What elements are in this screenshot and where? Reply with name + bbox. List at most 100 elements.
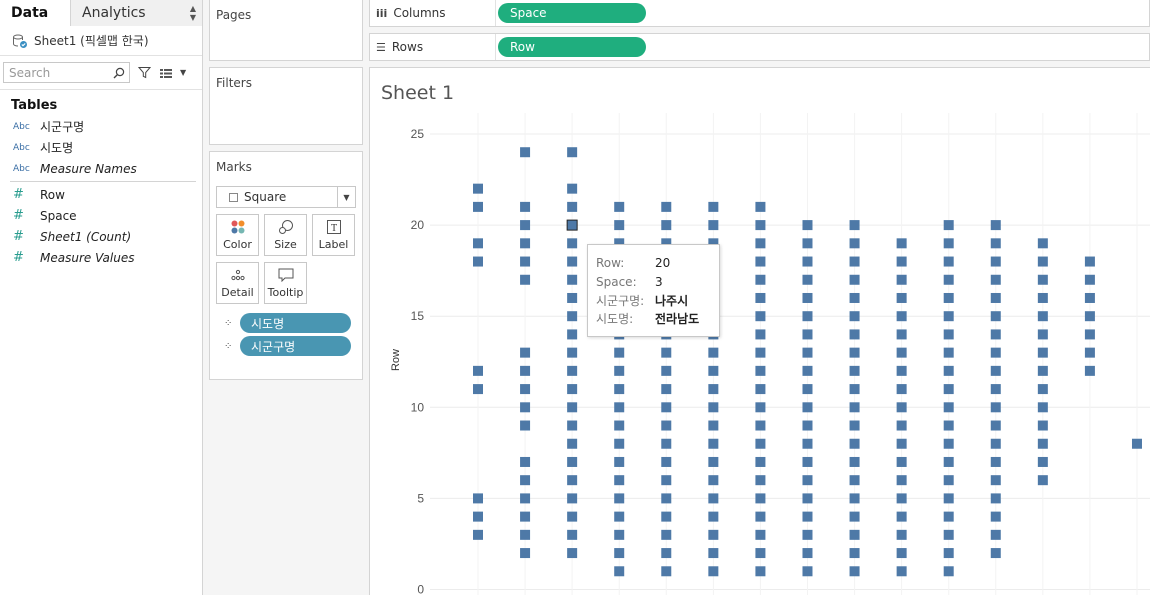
data-point[interactable] [1037,420,1048,431]
data-point[interactable] [990,456,1001,467]
data-point[interactable] [896,511,907,522]
data-point[interactable] [896,384,907,395]
data-point[interactable] [849,220,860,231]
data-point[interactable] [708,456,719,467]
data-point[interactable] [755,566,766,577]
data-point[interactable] [1084,292,1095,303]
data-point[interactable] [567,256,578,267]
data-point[interactable] [896,456,907,467]
data-point[interactable] [567,311,578,322]
data-point[interactable] [708,566,719,577]
data-point[interactable] [567,238,578,249]
data-point[interactable] [1084,274,1095,285]
data-point[interactable] [802,493,813,504]
data-point[interactable] [614,511,625,522]
data-point[interactable] [520,529,531,540]
data-point[interactable] [1037,438,1048,449]
data-point[interactable] [896,238,907,249]
data-point[interactable] [614,475,625,486]
data-point[interactable] [990,493,1001,504]
data-point[interactable] [1037,329,1048,340]
data-point[interactable] [896,529,907,540]
data-point[interactable] [708,384,719,395]
data-point[interactable] [943,311,954,322]
data-point[interactable] [520,402,531,413]
data-point[interactable] [1084,329,1095,340]
data-point[interactable] [708,347,719,358]
data-point[interactable] [849,475,860,486]
data-point[interactable] [755,274,766,285]
data-point[interactable] [802,566,813,577]
data-point[interactable] [849,402,860,413]
data-point[interactable] [520,365,531,376]
data-point[interactable] [990,238,1001,249]
data-point[interactable] [755,238,766,249]
data-point[interactable] [849,311,860,322]
data-point[interactable] [802,548,813,559]
data-point[interactable] [802,384,813,395]
data-point[interactable] [567,548,578,559]
data-point[interactable] [943,274,954,285]
data-point[interactable] [473,238,483,249]
data-point[interactable] [520,475,531,486]
data-point[interactable] [1037,347,1048,358]
data-point[interactable] [755,201,766,212]
data-point[interactable] [708,438,719,449]
data-point[interactable] [661,402,672,413]
data-point[interactable] [473,201,483,212]
data-point[interactable] [849,548,860,559]
data-point[interactable] [990,274,1001,285]
data-point[interactable] [943,456,954,467]
data-point[interactable] [567,456,578,467]
data-point[interactable] [849,493,860,504]
data-point[interactable] [1084,311,1095,322]
data-point[interactable] [943,475,954,486]
data-point[interactable] [943,384,954,395]
data-point[interactable] [520,238,531,249]
data-point[interactable] [567,329,578,340]
data-point[interactable] [1037,402,1048,413]
data-point[interactable] [943,511,954,522]
data-point[interactable] [1037,475,1048,486]
data-point[interactable] [896,274,907,285]
data-point[interactable] [802,311,813,322]
data-point[interactable] [1037,365,1048,376]
data-point[interactable] [567,365,578,376]
data-point[interactable] [708,201,719,212]
data-point[interactable] [708,475,719,486]
data-point[interactable] [990,292,1001,303]
data-point[interactable] [473,183,483,194]
data-point[interactable] [1037,238,1048,249]
data-point[interactable] [520,456,531,467]
data-point[interactable] [520,347,531,358]
data-point[interactable] [943,292,954,303]
data-point[interactable] [849,529,860,540]
data-point[interactable] [849,292,860,303]
data-point[interactable] [943,329,954,340]
data-point[interactable] [755,420,766,431]
data-point[interactable] [614,220,625,231]
data-point[interactable] [614,438,625,449]
data-point[interactable] [990,384,1001,395]
data-point[interactable] [614,384,625,395]
data-point[interactable] [755,402,766,413]
data-point[interactable] [614,529,625,540]
data-point[interactable] [661,347,672,358]
data-point[interactable] [473,529,483,540]
data-point[interactable] [802,529,813,540]
data-point[interactable] [661,475,672,486]
data-point[interactable] [755,347,766,358]
data-point[interactable] [661,548,672,559]
data-point[interactable] [755,329,766,340]
data-point[interactable] [661,529,672,540]
data-point[interactable] [849,511,860,522]
data-point[interactable] [708,365,719,376]
data-point[interactable] [567,475,578,486]
data-point[interactable] [614,548,625,559]
data-point[interactable] [896,420,907,431]
data-point[interactable] [1037,456,1048,467]
data-point[interactable] [1037,274,1048,285]
data-point[interactable] [943,256,954,267]
data-point[interactable] [990,311,1001,322]
data-point[interactable] [943,493,954,504]
